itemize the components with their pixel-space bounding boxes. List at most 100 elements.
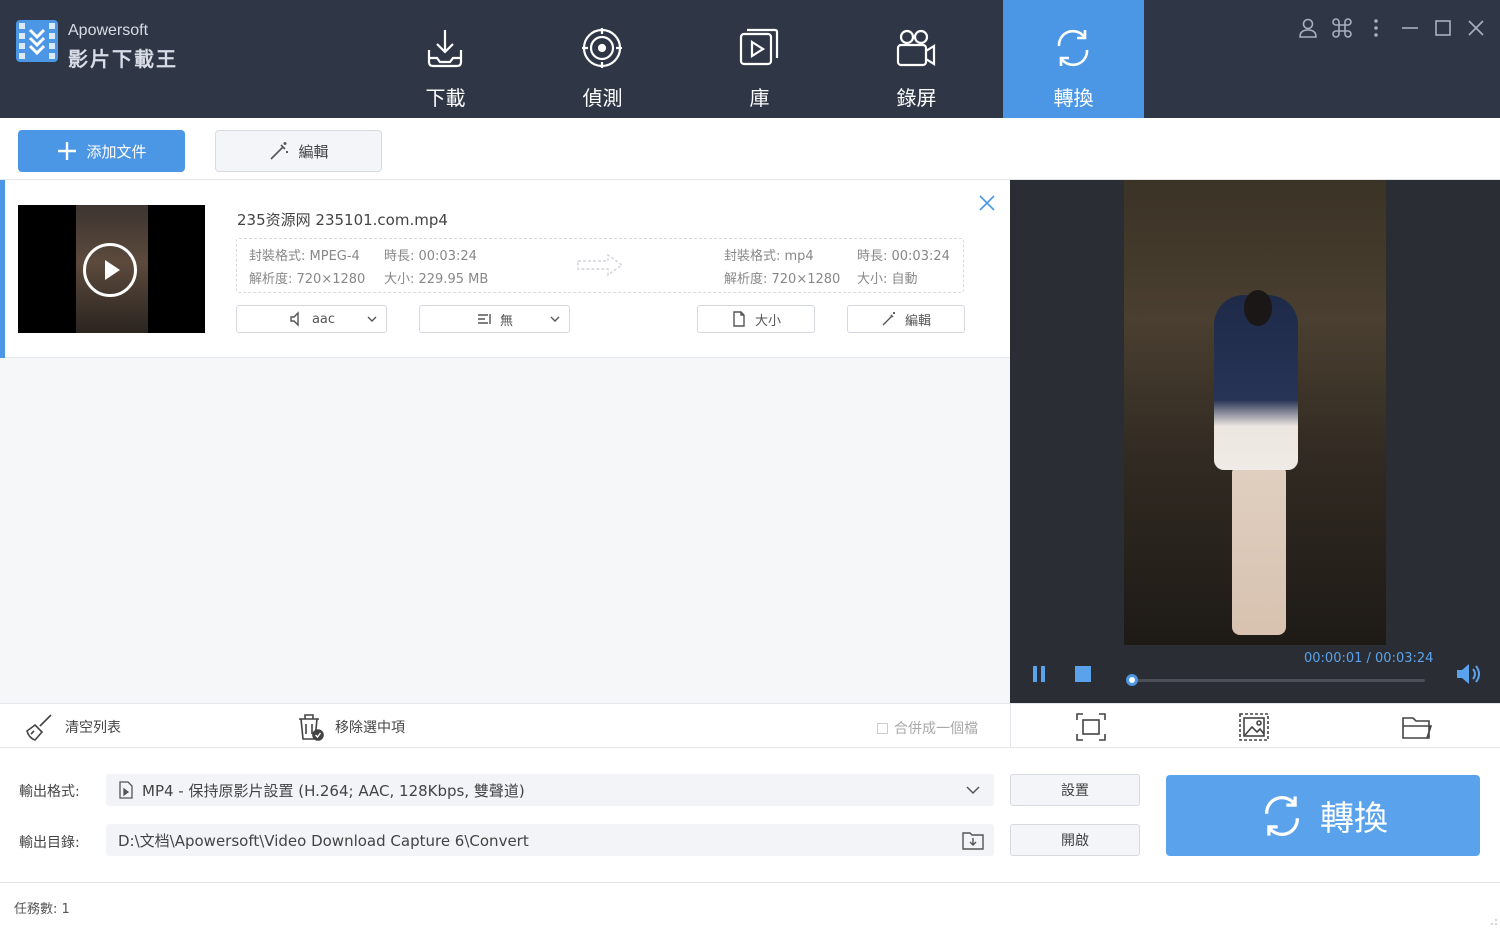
- edit-file-label: 編輯: [904, 313, 931, 329]
- video-frame: [1124, 180, 1386, 645]
- output-format-value: MP4 - 保持原影片設置 (H.264; AAC, 128Kbps, 雙聲道): [142, 781, 525, 800]
- task-count: 任務數: 1: [14, 902, 70, 917]
- tab-convert[interactable]: 轉換: [1003, 0, 1144, 118]
- command-icon[interactable]: [1330, 16, 1354, 40]
- minimize-icon[interactable]: [1398, 16, 1422, 40]
- source-resolution: 解析度: 720×1280: [249, 272, 366, 287]
- detect-icon: [582, 28, 622, 68]
- trash-icon: [299, 714, 324, 741]
- video-thumbnail[interactable]: [18, 205, 205, 333]
- output-settings: 輸出格式: MP4 - 保持原影片設置 (H.264; AAC, 128Kbps…: [0, 748, 1500, 883]
- checkbox-box[interactable]: [877, 722, 888, 734]
- subtitle-label: 無: [499, 313, 513, 329]
- target-resolution: 解析度: 720×1280: [724, 272, 841, 287]
- add-file-label: 添加文件: [86, 142, 147, 161]
- subtitle-icon: [477, 314, 491, 324]
- output-dir-label: 輸出目錄:: [19, 835, 80, 851]
- output-format-select[interactable]: MP4 - 保持原影片設置 (H.264; AAC, 128Kbps, 雙聲道): [106, 774, 994, 806]
- chevron-down-icon: [550, 316, 560, 322]
- volume-icon[interactable]: [1455, 663, 1483, 685]
- add-file-button[interactable]: 添加文件: [18, 130, 185, 172]
- status-bar: 任務數: 1: [0, 884, 1500, 928]
- convert-icon: [1265, 795, 1299, 836]
- tab-download[interactable]: 下載: [375, 0, 516, 118]
- play-icon[interactable]: [83, 243, 137, 297]
- video-content: [1244, 290, 1272, 326]
- resize-grip-icon[interactable]: [1486, 914, 1498, 926]
- screenshot-icon[interactable]: [1238, 712, 1270, 742]
- close-window-icon[interactable]: [1464, 16, 1488, 40]
- seek-bar[interactable]: [1130, 679, 1425, 682]
- file-row[interactable]: 235资源网 235101.com.mp4 封裝格式: MPEG-4 時長: 0…: [0, 180, 1010, 358]
- clear-list-label: 清空列表: [65, 720, 121, 736]
- source-size: 大小: 229.95 MB: [384, 272, 489, 287]
- player-controls: 00:00:01 / 00:03:24: [1010, 645, 1500, 703]
- tab-detect[interactable]: 偵測: [532, 0, 673, 118]
- title-bar: Apowersoft 影片下載王 下載 偵測 庫 錄屏 轉換: [0, 0, 1500, 118]
- tab-record[interactable]: 錄屏: [846, 0, 987, 118]
- convert-button[interactable]: 轉換: [1166, 775, 1480, 856]
- target-duration: 時長: 00:03:24: [857, 249, 950, 264]
- brand-name: Apowersoft: [68, 22, 149, 39]
- target-size: 大小: 自動: [857, 272, 918, 287]
- tab-label: 偵測: [582, 86, 623, 110]
- video-content: [1232, 465, 1286, 635]
- download-icon: [427, 30, 463, 68]
- selection-indicator: [0, 180, 5, 358]
- edit-button[interactable]: 編輯: [215, 130, 382, 172]
- tab-label: 轉換: [1053, 86, 1094, 110]
- file-list: 235资源网 235101.com.mp4 封裝格式: MPEG-4 時長: 0…: [0, 180, 1010, 703]
- open-folder-button[interactable]: 開啟: [1010, 824, 1140, 856]
- folder-download-icon[interactable]: [962, 830, 984, 850]
- output-dir-value: D:\文档\Apowersoft\Video Download Capture …: [118, 831, 529, 850]
- seek-handle[interactable]: [1126, 674, 1138, 686]
- merge-checkbox[interactable]: 合併成一個檔: [877, 718, 978, 738]
- broom-icon: [26, 714, 52, 741]
- speaker-icon: [290, 311, 299, 327]
- size-button-label: 大小: [754, 313, 781, 329]
- tab-library[interactable]: 庫: [689, 0, 830, 118]
- magic-wand-icon: [270, 142, 289, 160]
- source-format: 封裝格式: MPEG-4: [249, 249, 360, 264]
- stop-icon[interactable]: [1074, 665, 1092, 683]
- edit-file-button[interactable]: 編輯: [847, 305, 965, 333]
- video-file-icon: [119, 781, 133, 799]
- library-icon: [739, 28, 779, 66]
- list-actions-bar: 清空列表 移除選中項 合併成一個檔: [0, 703, 1010, 748]
- pause-icon[interactable]: [1030, 665, 1048, 683]
- video-preview[interactable]: 00:00:01 / 00:03:24: [1010, 180, 1500, 703]
- convert-label: 轉換: [1320, 799, 1388, 839]
- brand-name-cn: 影片下載王: [68, 47, 178, 71]
- settings-button[interactable]: 設置: [1010, 774, 1140, 806]
- target-format: 封裝格式: mp4: [724, 249, 814, 264]
- merge-label: 合併成一個檔: [894, 721, 978, 737]
- playback-time: 00:00:01 / 00:03:24: [1304, 651, 1434, 666]
- output-format-label: 輸出格式:: [19, 784, 80, 800]
- clear-list-button[interactable]: 清空列表: [25, 712, 121, 742]
- tab-label: 下載: [425, 86, 466, 110]
- tab-label: 錄屏: [896, 86, 937, 110]
- app-logo-icon: [16, 20, 58, 62]
- folder-icon[interactable]: [1401, 712, 1433, 742]
- audio-track-select[interactable]: aac: [236, 305, 387, 333]
- more-menu-icon[interactable]: [1364, 16, 1388, 40]
- subtitle-select[interactable]: 無: [419, 305, 570, 333]
- size-button[interactable]: 大小: [697, 305, 815, 333]
- audio-track-label: aac: [311, 311, 336, 327]
- maximize-icon[interactable]: [1431, 16, 1455, 40]
- preview-actions-bar: [1010, 703, 1500, 748]
- convert-icon: [1057, 29, 1089, 67]
- plus-icon: [58, 142, 77, 160]
- file-name: 235资源网 235101.com.mp4: [237, 211, 448, 229]
- magic-wand-icon: [882, 312, 895, 326]
- chevron-down-icon: [367, 316, 377, 322]
- user-icon[interactable]: [1296, 16, 1320, 40]
- fullscreen-icon[interactable]: [1075, 712, 1107, 742]
- output-dir-field[interactable]: D:\文档\Apowersoft\Video Download Capture …: [106, 824, 994, 856]
- toolbar: 添加文件 編輯: [0, 118, 1500, 180]
- remove-file-icon[interactable]: [978, 194, 996, 212]
- edit-label: 編輯: [298, 142, 329, 161]
- record-icon: [896, 29, 936, 67]
- chevron-down-icon: [966, 786, 980, 795]
- remove-selected-button[interactable]: 移除選中項: [295, 712, 405, 742]
